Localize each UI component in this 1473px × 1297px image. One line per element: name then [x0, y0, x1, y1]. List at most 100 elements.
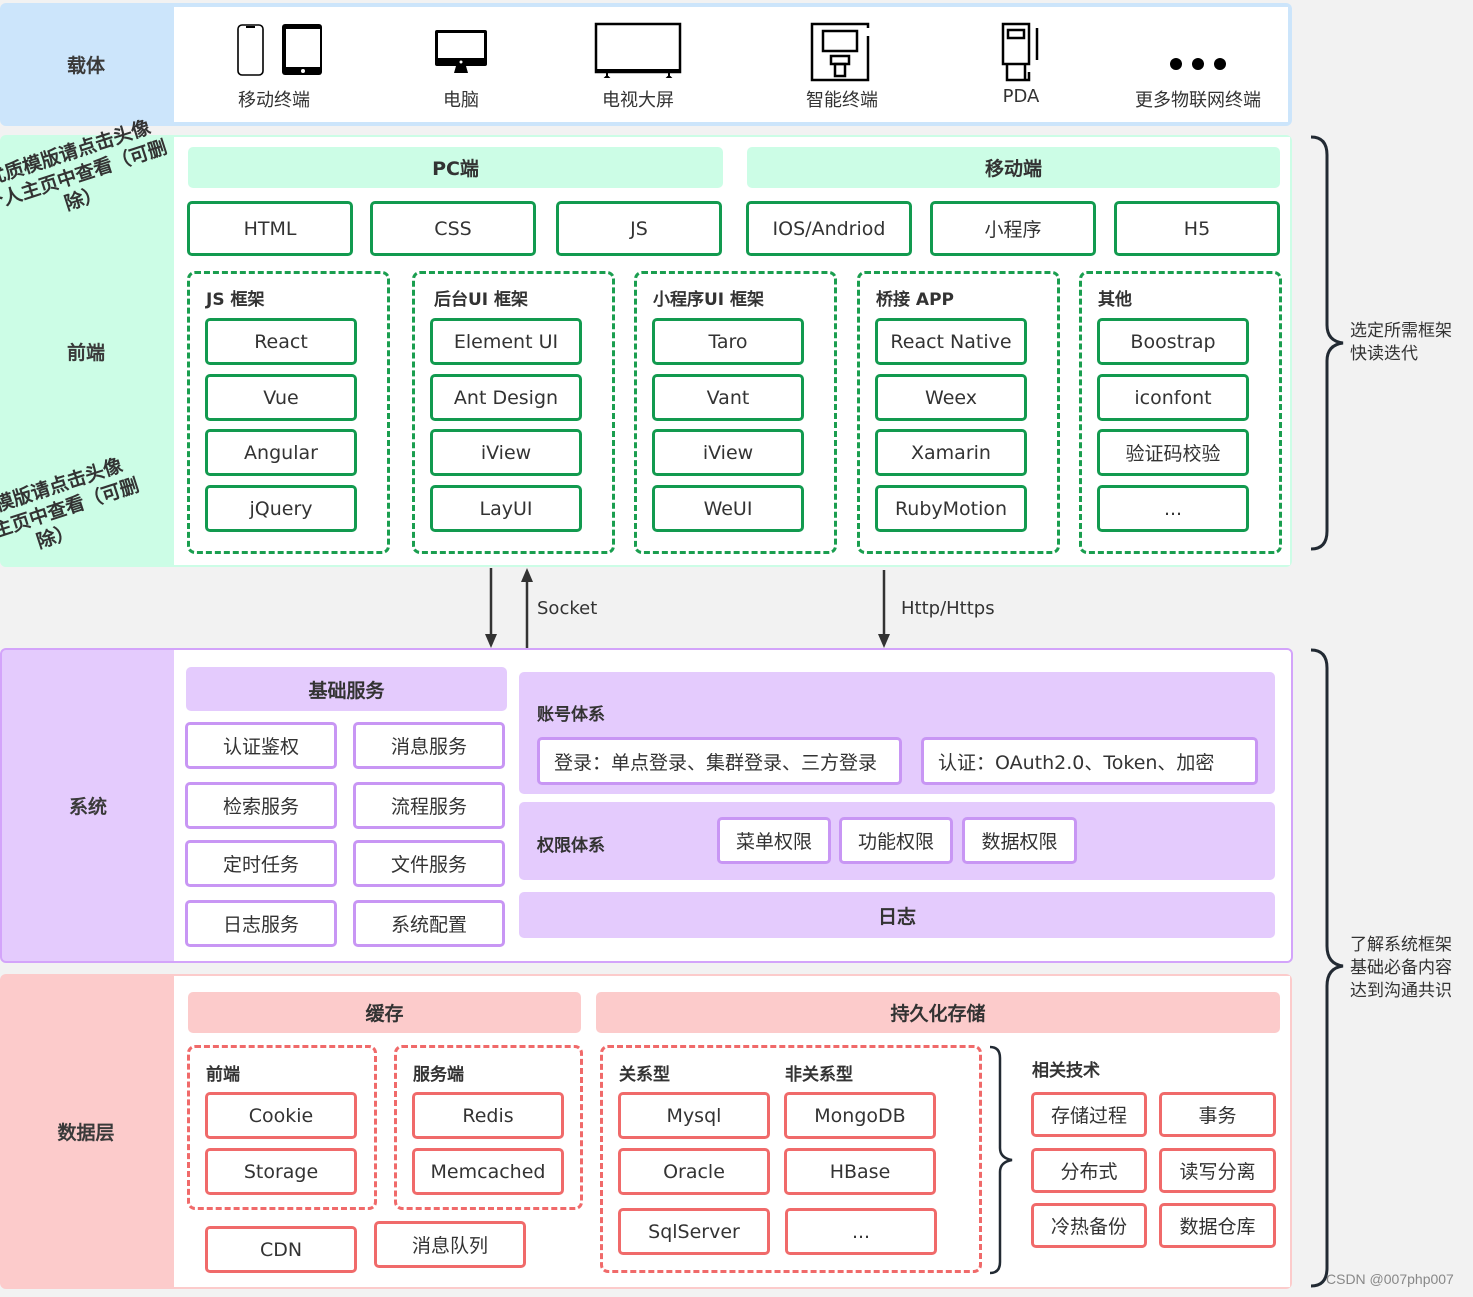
log-panel: 日志 — [519, 892, 1275, 938]
base-service-item[interactable]: 日志服务 — [185, 900, 337, 947]
framework-item[interactable]: iView — [430, 429, 582, 476]
framework-item[interactable]: Taro — [652, 318, 804, 365]
device-label: 移动终端 — [238, 90, 310, 111]
permission-item[interactable]: 功能权限 — [839, 817, 953, 864]
data-layer-label: 数据层 — [57, 1122, 115, 1144]
system-label: 系统 — [68, 796, 107, 818]
carrier-content — [174, 7, 1288, 122]
device-label: PDA — [1002, 86, 1040, 107]
tv-screen-icon — [594, 22, 682, 78]
base-service-item[interactable]: 检索服务 — [185, 782, 337, 829]
framework-item[interactable]: Element UI — [430, 318, 582, 365]
more-dots-icon — [1170, 58, 1226, 70]
framework-item[interactable]: iconfont — [1097, 374, 1249, 421]
framework-item[interactable]: 验证码校验 — [1097, 429, 1249, 476]
device-more: 更多物联网终端 — [1128, 22, 1268, 112]
device-computer: 电脑 — [420, 22, 502, 112]
mobile-header: 移动端 — [747, 147, 1280, 188]
framework-item[interactable]: jQuery — [205, 485, 357, 532]
pc-item-html[interactable]: HTML — [187, 201, 353, 256]
base-service-item[interactable]: 流程服务 — [353, 782, 505, 829]
framework-item[interactable]: Vue — [205, 374, 357, 421]
cache-item[interactable]: Memcached — [412, 1148, 564, 1195]
group-title: 后台UI 框架 — [434, 290, 529, 310]
related-tech-item[interactable]: 分布式 — [1031, 1148, 1147, 1193]
cdn-item[interactable]: CDN — [205, 1226, 357, 1273]
device-smart-terminal: 智能终端 — [800, 22, 884, 112]
device-label: 电脑 — [443, 90, 479, 111]
framework-item[interactable]: iView — [652, 429, 804, 476]
db-item[interactable]: ... — [785, 1208, 937, 1255]
auth-methods[interactable]: 认证：OAuth2.0、Token、加密 — [921, 737, 1258, 785]
framework-item[interactable]: Boostrap — [1097, 318, 1249, 365]
mobile-item-ios-android[interactable]: IOS/Andriod — [746, 201, 912, 256]
framework-item[interactable]: Vant — [652, 374, 804, 421]
db-item[interactable]: MongoDB — [784, 1092, 936, 1139]
permission-system-title: 权限体系 — [537, 836, 605, 856]
device-label: 更多物联网终端 — [1135, 90, 1261, 111]
message-queue-item[interactable]: 消息队列 — [374, 1221, 526, 1268]
related-tech-title: 相关技术 — [1032, 1061, 1100, 1081]
http-label: Http/Https — [901, 598, 995, 619]
related-tech-item[interactable]: 事务 — [1159, 1092, 1276, 1137]
framework-item[interactable]: React Native — [875, 318, 1027, 365]
framework-item[interactable]: RubyMotion — [875, 485, 1027, 532]
cache-item[interactable]: Storage — [205, 1148, 357, 1195]
framework-item[interactable]: WeUI — [652, 485, 804, 532]
device-label: 智能终端 — [806, 90, 878, 111]
relational-title: 关系型 — [619, 1065, 670, 1085]
db-item[interactable]: Mysql — [618, 1092, 770, 1139]
related-tech-item[interactable]: 冷热备份 — [1031, 1203, 1147, 1248]
group-title: 桥接 APP — [876, 290, 954, 310]
base-service-item[interactable]: 认证鉴权 — [185, 722, 337, 769]
base-service-item[interactable]: 文件服务 — [353, 840, 505, 887]
desktop-computer-icon — [435, 30, 487, 73]
cache-header: 缓存 — [188, 992, 581, 1033]
group-title: 前端 — [206, 1065, 240, 1085]
permission-item[interactable]: 菜单权限 — [717, 817, 831, 864]
smart-terminal-icon — [810, 22, 870, 82]
framework-item[interactable]: LayUI — [430, 485, 582, 532]
carrier-label: 载体 — [66, 55, 105, 77]
related-tech-item[interactable]: 数据仓库 — [1159, 1203, 1276, 1248]
base-service-item[interactable]: 消息服务 — [353, 722, 505, 769]
login-methods[interactable]: 登录：单点登录、集群登录、三方登录 — [537, 737, 902, 785]
account-system-title: 账号体系 — [537, 705, 605, 725]
mobile-tablet-icon — [237, 24, 322, 76]
framework-item[interactable]: Angular — [205, 429, 357, 476]
permission-item[interactable]: 数据权限 — [962, 817, 1077, 864]
pc-item-css[interactable]: CSS — [370, 201, 536, 256]
base-service-item[interactable]: 定时任务 — [185, 840, 337, 887]
framework-item[interactable]: ... — [1097, 485, 1249, 532]
framework-item[interactable]: React — [205, 318, 357, 365]
db-item[interactable]: HBase — [784, 1148, 936, 1195]
group-title: JS 框架 — [206, 290, 265, 310]
framework-item[interactable]: Weex — [875, 374, 1027, 421]
db-item[interactable]: Oracle — [618, 1148, 770, 1195]
pc-item-js[interactable]: JS — [556, 201, 722, 256]
socket-arrows-icon — [485, 568, 533, 648]
pc-header: PC端 — [188, 147, 723, 188]
related-tech-item[interactable]: 存储过程 — [1031, 1092, 1147, 1137]
mobile-item-miniprogram[interactable]: 小程序 — [930, 201, 1096, 256]
framework-item[interactable]: Xamarin — [875, 429, 1027, 476]
group-title: 小程序UI 框架 — [653, 290, 765, 310]
db-item[interactable]: SqlServer — [618, 1208, 770, 1255]
device-pda: PDA — [990, 22, 1052, 107]
device-mobile: 移动终端 — [214, 22, 334, 112]
base-service-item[interactable]: 系统配置 — [353, 900, 505, 947]
cache-item[interactable]: Redis — [412, 1092, 564, 1139]
framework-item[interactable]: Ant Design — [430, 374, 582, 421]
frontend-note: 选定所需框架 快读迭代 — [1350, 321, 1452, 364]
pda-icon — [1001, 22, 1039, 82]
system-note: 了解系统框架 基础必备内容 达到沟通共识 — [1350, 935, 1452, 1001]
brace-frontend-icon — [1310, 135, 1344, 551]
mobile-item-h5[interactable]: H5 — [1114, 201, 1280, 256]
device-tv: 电视大屏 — [588, 22, 688, 112]
group-title: 服务端 — [413, 1065, 464, 1085]
cache-item[interactable]: Cookie — [205, 1092, 357, 1139]
socket-label: Socket — [537, 598, 598, 619]
group-title: 其他 — [1098, 290, 1132, 310]
related-tech-item[interactable]: 读写分离 — [1159, 1148, 1276, 1193]
brace-database-icon — [989, 1045, 1013, 1275]
